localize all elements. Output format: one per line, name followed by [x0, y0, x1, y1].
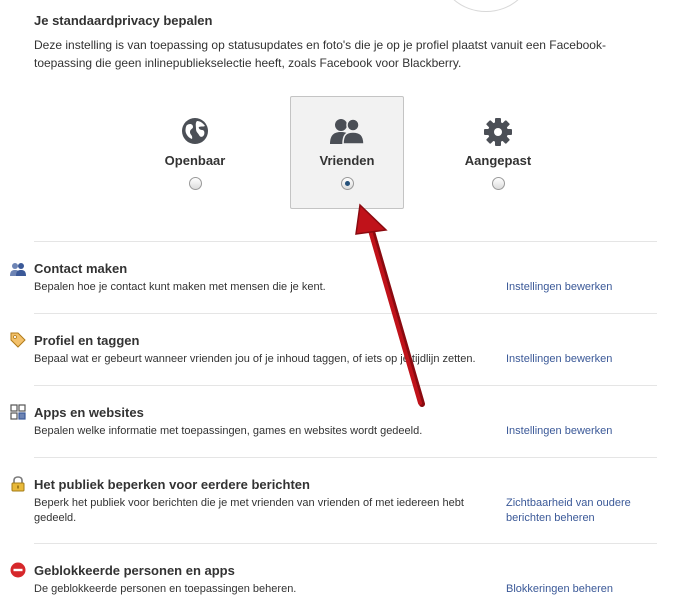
section-title: Profiel en taggen: [34, 333, 140, 348]
decorative-arc: [440, 0, 532, 12]
divider: [34, 543, 657, 544]
privacy-option-custom[interactable]: Aangepast: [442, 97, 554, 208]
divider: [34, 385, 657, 386]
contact-people-icon: [10, 261, 26, 277]
privacy-option-public[interactable]: Openbaar: [139, 97, 251, 208]
friends-icon: [291, 117, 403, 147]
divider: [34, 241, 657, 242]
section-title: Apps en websites: [34, 405, 144, 420]
privacy-option-label: Openbaar: [164, 153, 226, 168]
section-description: Bepalen welke informatie met toepassinge…: [34, 425, 423, 437]
divider: [34, 313, 657, 314]
edit-settings-link[interactable]: Instellingen bewerken: [506, 424, 656, 439]
section-description: Bepaal wat er gebeurt wanneer vrienden j…: [34, 353, 476, 365]
privacy-option-label: Aangepast: [464, 153, 532, 168]
divider: [34, 457, 657, 458]
default-privacy-description: Deze instelling is van toepassing op sta…: [34, 38, 606, 70]
gear-icon: [442, 117, 554, 147]
section-title: Geblokkeerde personen en apps: [34, 563, 235, 578]
section-title: Contact maken: [34, 261, 128, 276]
edit-settings-link[interactable]: Instellingen bewerken: [506, 352, 656, 367]
section-title: Het publiek beperken voor eerdere berich…: [34, 477, 310, 492]
privacy-option-label: Vrienden: [319, 153, 375, 168]
section-description: Bepalen hoe je contact kunt maken met me…: [34, 281, 326, 293]
public-radio[interactable]: [189, 177, 202, 190]
custom-radio[interactable]: [492, 177, 505, 190]
privacy-option-friends[interactable]: Vrienden: [290, 96, 404, 209]
lock-icon: [10, 476, 26, 492]
blocked-icon: [10, 562, 26, 578]
tag-icon: [10, 332, 26, 348]
section-description: Beperk het publiek voor berichten die je…: [34, 497, 464, 524]
globe-icon: [139, 117, 251, 147]
default-privacy-heading: Je standaardprivacy bepalen: [34, 13, 213, 28]
edit-settings-link[interactable]: Instellingen bewerken: [506, 280, 656, 295]
section-description: De geblokkeerde personen en toepassingen…: [34, 583, 297, 595]
manage-older-posts-link[interactable]: Zichtbaarheid van oudere berichten beher…: [506, 496, 656, 526]
apps-icon: [10, 404, 26, 420]
manage-blocking-link[interactable]: Blokkeringen beheren: [506, 582, 656, 597]
friends-radio[interactable]: [341, 177, 354, 190]
